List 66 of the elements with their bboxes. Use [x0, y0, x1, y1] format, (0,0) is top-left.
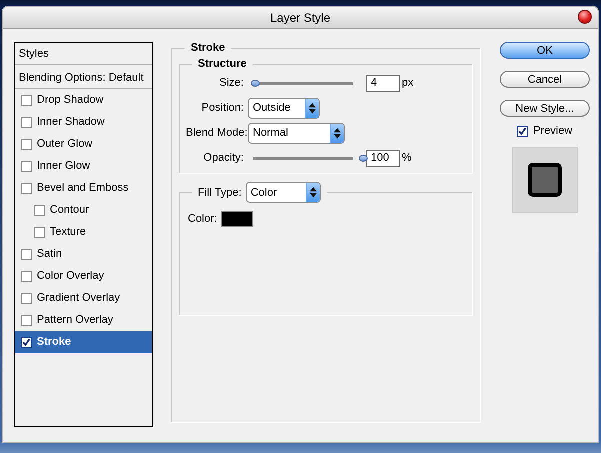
group-title: Structure: [197, 58, 248, 70]
item-label: Color Overlay: [37, 270, 104, 282]
checkbox[interactable]: [21, 292, 32, 304]
input-field[interactable]: 100: [366, 150, 400, 166]
list-item[interactable]: Pattern Overlay: [15, 309, 152, 331]
item-label: Outer Glow: [37, 138, 93, 150]
list-item[interactable]: Inner Shadow: [15, 111, 152, 133]
field-label: Position:: [200, 102, 244, 114]
checkbox[interactable]: [517, 126, 528, 136]
item-label: Bevel and Emboss: [37, 182, 129, 194]
dropdown[interactable]: Normal: [248, 122, 345, 144]
checkbox[interactable]: [21, 314, 32, 326]
button[interactable]: New Style...: [500, 100, 590, 117]
item-label: Inner Glow: [37, 160, 90, 172]
list-item[interactable]: Texture: [15, 221, 152, 243]
checkbox-label: Preview: [533, 125, 573, 137]
field-label: Color:: [188, 213, 218, 225]
checkbox[interactable]: [21, 138, 32, 150]
color-swatch[interactable]: [221, 211, 254, 227]
list-item[interactable]: Styles: [15, 43, 152, 65]
checkbox[interactable]: [21, 160, 32, 172]
field-label: Size:: [218, 77, 244, 89]
unit-label: %: [402, 152, 412, 164]
list-item[interactable]: Inner Glow: [15, 155, 152, 177]
checkbox[interactable]: [21, 248, 32, 260]
item-label: Contour: [50, 204, 90, 216]
field-label: Fill Type:: [198, 186, 242, 198]
item-label: Satin: [37, 248, 62, 260]
list-item[interactable]: Stroke: [15, 331, 152, 353]
stepper-arrows-icon: [330, 124, 344, 142]
checkbox[interactable]: [21, 116, 32, 128]
button[interactable]: Cancel: [500, 71, 590, 88]
checkbox[interactable]: [21, 270, 32, 282]
checkbox[interactable]: [21, 336, 32, 348]
window-title: Layer Style: [270, 10, 331, 24]
list-item[interactable]: Blending Options: Default: [15, 67, 152, 89]
list-item[interactable]: Gradient Overlay: [15, 287, 152, 309]
checkbox[interactable]: [21, 94, 32, 106]
item-label: Stroke: [37, 336, 72, 348]
stepper-arrows-icon: [305, 98, 319, 118]
input-field[interactable]: 4: [366, 74, 400, 92]
list-item[interactable]: Bevel and Emboss: [15, 177, 152, 199]
item-label: Drop Shadow: [37, 94, 104, 106]
group-title: Stroke: [190, 42, 226, 54]
slider-thumb[interactable]: [359, 154, 368, 162]
item-label: Inner Shadow: [37, 116, 105, 128]
field-label: Opacity:: [202, 152, 244, 164]
item-label: Gradient Overlay: [37, 292, 120, 304]
stepper-arrows-icon: [306, 183, 320, 202]
list-item[interactable]: Contour: [15, 199, 152, 221]
dropdown[interactable]: Color: [246, 182, 321, 203]
item-label: Pattern Overlay: [37, 314, 114, 326]
checkbox[interactable]: [34, 204, 45, 216]
list-item[interactable]: Drop Shadow: [15, 89, 152, 111]
close-button[interactable]: [578, 10, 592, 24]
list-item[interactable]: Outer Glow: [15, 133, 152, 155]
square-icon: [528, 163, 562, 197]
checkbox[interactable]: [21, 182, 32, 194]
slider-thumb[interactable]: [251, 80, 260, 86]
item-label: Texture: [50, 226, 86, 238]
list-item[interactable]: Color Overlay: [15, 265, 152, 287]
dropdown[interactable]: Outside: [248, 98, 320, 118]
checkbox[interactable]: [34, 226, 45, 238]
list-item[interactable]: Satin: [15, 243, 152, 265]
button[interactable]: OK: [500, 42, 590, 59]
unit-label: px: [402, 77, 414, 89]
